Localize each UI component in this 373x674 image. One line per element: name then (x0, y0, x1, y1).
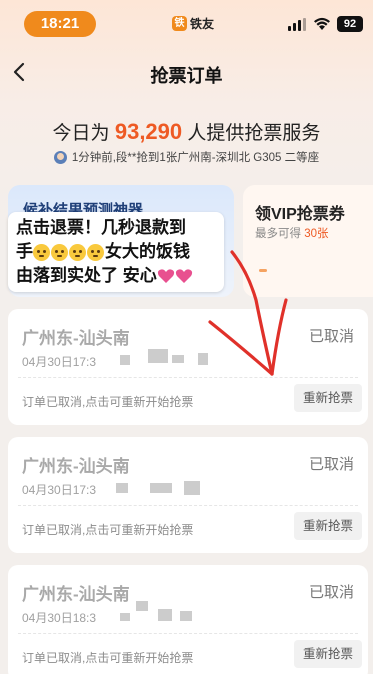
caption-line-2-end: 女大的饭钱 (105, 242, 190, 261)
blur-mark (150, 483, 172, 493)
order-status: 已取消 (308, 328, 354, 345)
order-date: 04月30日18:3 (22, 611, 97, 625)
order-route: 广州东-汕头南 (22, 457, 130, 476)
heart-icon (157, 269, 174, 283)
overlay-caption: 点击退票！几秒退款到 手 女大的饭钱 由落到实处了 安心 (8, 212, 224, 292)
blur-mark (120, 355, 130, 365)
crying-face-icon (33, 243, 50, 261)
order-date: 04月30日17:3 (22, 483, 97, 497)
promo-right-sub: 最多可得 30张 (255, 225, 329, 241)
nav-bar: 抢票订单 (0, 52, 373, 92)
stats-count: 93,290 (114, 119, 183, 144)
crying-face-icon (87, 243, 104, 261)
promo-sub-highlight: 30张 (304, 228, 329, 240)
blur-mark (180, 611, 192, 621)
promo-right-title: 领VIP抢票券 (255, 206, 345, 223)
blur-mark (116, 483, 128, 493)
order-card[interactable]: 广州东-汕头南 已取消 04月30日17:3 订单已取消,点击可重新开始抢票 重… (8, 309, 368, 425)
service-stats: 今日为 93,290 人提供抢票服务 (0, 118, 373, 145)
blur-mark (136, 601, 148, 611)
avatar (53, 150, 67, 164)
wifi-icon (314, 17, 330, 30)
order-card[interactable]: 广州东-汕头南 已取消 04月30日17:3 订单已取消,点击可重新开始抢票 重… (8, 437, 368, 553)
order-note: 订单已取消,点击可重新开始抢票 (22, 651, 194, 665)
order-note: 订单已取消,点击可重新开始抢票 (22, 523, 194, 537)
caption-line-2: 手 女大的饭钱 (16, 240, 216, 264)
ticker-text: 1分钟前,段**抢到1张广州南-深圳北 G305 二等座 (71, 152, 320, 164)
caption-line-3-text: 由落到实处了 安心 (16, 266, 157, 285)
blur-mark (120, 613, 130, 621)
blur-mark (198, 353, 208, 365)
grab-ticker: 1分钟前,段**抢到1张广州南-深圳北 G305 二等座 (0, 149, 373, 165)
promo-sub-prefix: 最多可得 (255, 228, 301, 240)
caption-line-3: 由落到实处了 安心 (16, 264, 216, 288)
order-status: 已取消 (308, 584, 354, 601)
blur-mark (184, 481, 200, 495)
status-bar: 18:21 铁 铁友 92 (0, 0, 373, 44)
signal-icon (288, 18, 308, 31)
heart-icon (175, 269, 192, 283)
battery-indicator: 92 (337, 16, 363, 32)
retry-button[interactable]: 重新抢票 (294, 512, 362, 540)
retry-button[interactable]: 重新抢票 (294, 384, 362, 412)
blur-mark (158, 609, 172, 621)
caption-line-1: 点击退票！几秒退款到 (16, 218, 186, 237)
divider (18, 505, 358, 506)
blur-mark (172, 355, 184, 363)
divider (18, 377, 358, 378)
divider (18, 633, 358, 634)
status-time: 18:21 (24, 11, 96, 37)
order-date: 04月30日17:3 (22, 355, 97, 369)
page-title: 抢票订单 (150, 66, 223, 86)
stats-prefix: 今日为 (52, 123, 110, 144)
promo-indicator (259, 269, 267, 272)
order-status: 已取消 (308, 456, 354, 473)
caption-line-2-start: 手 (16, 242, 33, 261)
order-route: 广州东-汕头南 (22, 329, 130, 348)
retry-button[interactable]: 重新抢票 (294, 640, 362, 668)
app-logo-icon: 铁 (172, 16, 187, 31)
order-note: 订单已取消,点击可重新开始抢票 (22, 395, 194, 409)
app-tag: 铁 铁友 (172, 15, 214, 32)
blur-mark (148, 349, 168, 363)
app-name: 铁友 (190, 17, 215, 31)
vip-coupon-card[interactable]: 领VIP抢票券 最多可得 30张 (243, 185, 373, 297)
order-card[interactable]: 广州东-汕头南 已取消 04月30日18:3 订单已取消,点击可重新开始抢票 重… (8, 565, 368, 674)
crying-face-icon (51, 243, 68, 261)
stats-suffix: 人提供抢票服务 (187, 123, 321, 144)
crying-face-icon (69, 243, 86, 261)
order-route: 广州东-汕头南 (22, 585, 130, 604)
